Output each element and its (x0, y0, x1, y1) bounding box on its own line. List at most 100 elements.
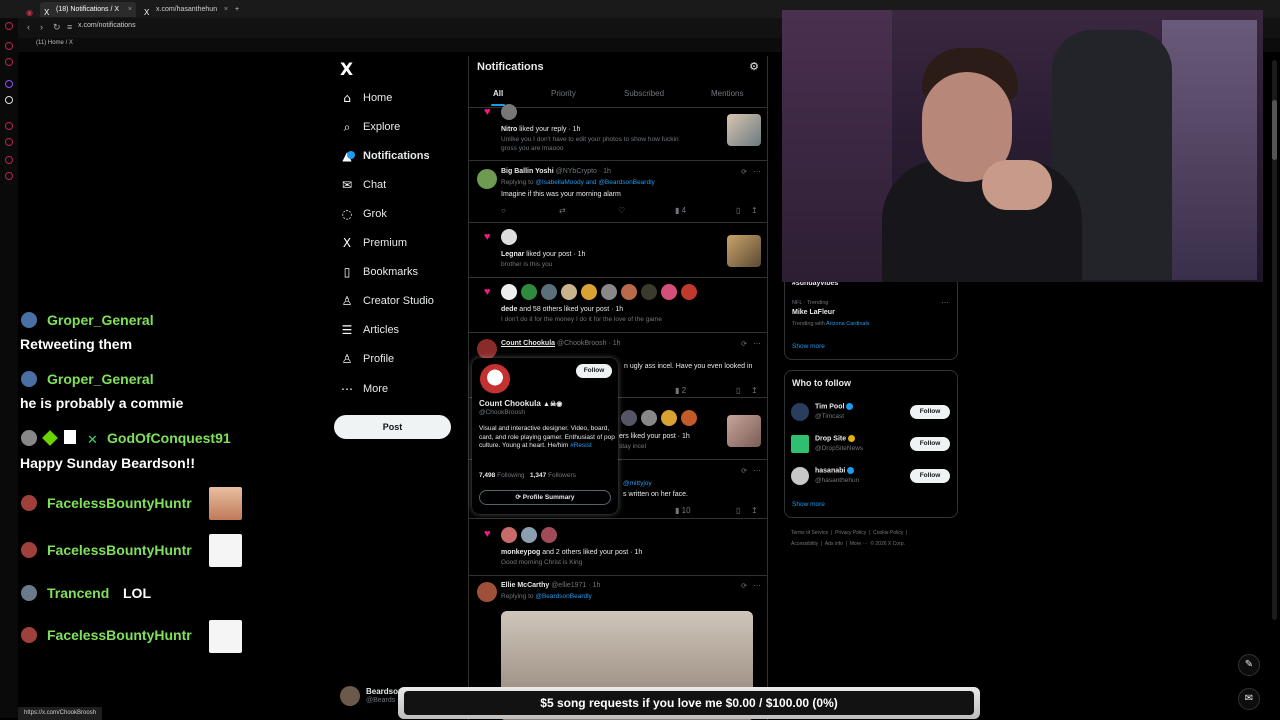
page-scrollbar[interactable] (1272, 60, 1277, 620)
hashtag-link[interactable]: #Resist (570, 442, 592, 449)
side-app-icon[interactable] (5, 42, 13, 50)
avatar[interactable] (477, 169, 497, 189)
forward-icon[interactable]: › (40, 22, 43, 32)
profile-name[interactable]: Count Chookula ▲☠◉ (479, 399, 562, 408)
footer-link[interactable]: Cookie Policy (873, 530, 903, 536)
sidebar-item-explore[interactable]: ⌕ Explore (340, 116, 401, 138)
tab-mentions[interactable]: Mentions (711, 89, 743, 98)
views-icon[interactable]: ▮ 4 (675, 206, 686, 215)
grok-floating-icon[interactable]: ✎ (1238, 654, 1260, 676)
sidebar-item-chat[interactable]: ✉ Chat (340, 174, 386, 196)
bookmark-icon[interactable]: ▯ (736, 386, 740, 395)
footer-link[interactable]: Privacy Policy (835, 530, 866, 536)
list-item[interactable]: ♥ monkeypog and 2 others liked your post… (469, 519, 767, 576)
follow-button[interactable]: Follow (910, 405, 950, 419)
side-app-icon[interactable] (5, 138, 13, 146)
more-icon[interactable]: ⋯ (753, 466, 761, 475)
side-app-icon[interactable] (5, 58, 13, 66)
footer-link[interactable]: Accessibility (791, 541, 818, 547)
tweet[interactable]: Big Ballin Yoshi @NYbCrypto · 1h ⟳ ⋯ Rep… (469, 161, 767, 223)
gear-icon[interactable]: ⚙ (749, 60, 759, 73)
more-icon[interactable]: ⋯ (753, 167, 761, 176)
avatar[interactable] (791, 435, 809, 453)
x-side-icon[interactable] (5, 96, 13, 104)
follow-suggestion-name[interactable]: hasanabi (815, 467, 855, 474)
trend-item[interactable]: Mike LaFleur (792, 309, 835, 316)
reload-icon[interactable]: ↻ (53, 22, 61, 33)
post-thumbnail[interactable] (727, 235, 761, 267)
more-icon[interactable]: ⋯ (941, 298, 949, 307)
x-logo-icon[interactable]: X (340, 60, 353, 80)
post-thumbnail[interactable] (727, 114, 761, 146)
scrollbar-thumb[interactable] (1272, 100, 1277, 160)
back-icon[interactable]: ‹ (27, 22, 30, 32)
close-tab-icon[interactable]: × (224, 2, 228, 17)
avatar[interactable] (477, 582, 497, 602)
side-app-icon[interactable] (5, 122, 13, 130)
follow-button[interactable]: Follow (910, 437, 950, 451)
retweet-icon[interactable]: ⇄ (559, 206, 566, 215)
share-icon[interactable]: ↥ (751, 206, 758, 215)
tab-subscribed[interactable]: Subscribed (624, 89, 664, 98)
share-icon[interactable]: ↥ (751, 386, 758, 395)
bookmark-icon[interactable]: ▯ (736, 506, 740, 515)
views-icon[interactable]: ▮ 10 (675, 506, 691, 515)
side-app-icon[interactable] (5, 172, 13, 180)
bookmark-icon[interactable]: ▯ (736, 206, 740, 215)
reply-icon[interactable]: ○ (501, 206, 506, 215)
post-button[interactable]: Post (334, 415, 451, 439)
list-item[interactable]: ♥ Nitro liked your reply · 1h Unlike you… (469, 104, 767, 161)
url-input[interactable]: x.com/notifications (78, 22, 136, 29)
messages-floating-icon[interactable]: ✉ (1238, 688, 1260, 710)
show-more-link[interactable]: Show more (792, 343, 825, 350)
list-item[interactable]: ♥ dede and 58 others liked your post · 1… (469, 278, 767, 333)
avatar[interactable] (791, 403, 809, 421)
follow-suggestion-name[interactable]: Tim Pool (815, 403, 854, 410)
grok-icon[interactable]: ⟳ (741, 467, 747, 475)
side-app-icon[interactable] (5, 156, 13, 164)
tweet-author[interactable]: Count Chookula @ChookBroosh · 1h (501, 340, 621, 347)
tweet-author[interactable]: Big Ballin Yoshi @NYbCrypto · 1h (501, 168, 611, 175)
post-thumbnail[interactable] (727, 415, 761, 447)
sidebar-item-more[interactable]: ⋯ More (340, 378, 388, 400)
list-item[interactable]: ♥ Legnar liked your post · 1h brother is… (469, 223, 767, 278)
sidebar-item-home[interactable]: ⌂ Home (340, 87, 392, 109)
grok-icon[interactable]: ⟳ (741, 582, 747, 590)
side-app-icon[interactable] (5, 22, 13, 30)
sidebar-item-creator-studio[interactable]: ♙ Creator Studio (340, 290, 434, 312)
follow-button[interactable]: Follow (910, 469, 950, 483)
grok-icon[interactable]: ⟳ (741, 340, 747, 348)
twitch-icon[interactable] (5, 80, 13, 88)
avatar[interactable] (480, 364, 510, 394)
grok-icon[interactable]: ⟳ (741, 168, 747, 176)
tweet-author[interactable]: Ellie McCarthy @ellie1971 · 1h (501, 582, 600, 589)
sidebar-item-articles[interactable]: ☰ Articles (340, 319, 399, 341)
sidebar-item-notifications[interactable]: ▲ Notifications (340, 145, 429, 167)
like-icon[interactable]: ♡ (618, 206, 625, 215)
footer-link[interactable]: Ads info (825, 541, 843, 547)
avatar[interactable] (477, 339, 497, 359)
site-info-icon[interactable]: ≡ (67, 22, 72, 32)
show-more-link[interactable]: Show more (792, 501, 825, 508)
new-tab-button[interactable]: + (232, 2, 246, 17)
close-tab-icon[interactable]: × (128, 2, 132, 17)
profile-handle[interactable]: @ChookBroosh (479, 409, 525, 416)
tab-all[interactable]: All (493, 89, 503, 98)
sidebar-item-grok[interactable]: ◌ Grok (340, 203, 387, 225)
browser-tab-profile[interactable]: X x.com/hasanthehun × (140, 2, 232, 17)
follow-button[interactable]: Follow (576, 364, 612, 378)
more-icon[interactable]: ⋯ (753, 339, 761, 348)
sidebar-item-bookmarks[interactable]: ▯ Bookmarks (340, 261, 418, 283)
footer-link[interactable]: Terms of Service (791, 530, 828, 536)
follow-suggestion-name[interactable]: Drop Site (815, 435, 856, 442)
bookmark-home[interactable]: (11) Home / X (36, 40, 73, 46)
sidebar-item-premium[interactable]: X Premium (340, 232, 407, 254)
sidebar-item-profile[interactable]: ♙ Profile (340, 348, 395, 370)
avatar[interactable] (791, 467, 809, 485)
tab-priority[interactable]: Priority (551, 89, 576, 98)
profile-summary-button[interactable]: ⟳ Profile Summary (479, 490, 611, 505)
footer-link[interactable]: More ··· (850, 541, 868, 547)
views-icon[interactable]: ▮ 2 (675, 386, 686, 395)
more-icon[interactable]: ⋯ (753, 581, 761, 590)
browser-tab-notifications[interactable]: X (18) Notifications / X × (40, 2, 136, 17)
